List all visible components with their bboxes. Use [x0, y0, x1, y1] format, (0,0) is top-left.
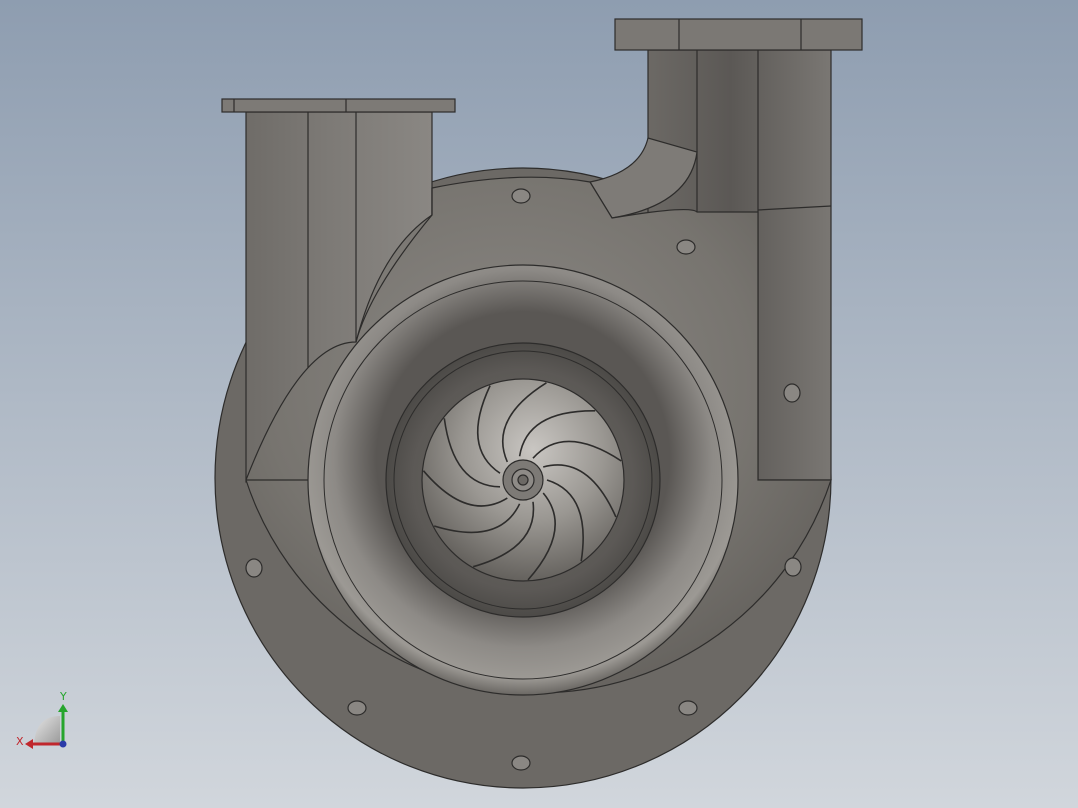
- graphics-viewport[interactable]: Y X: [0, 0, 1078, 808]
- viewport-canvas[interactable]: Y X: [0, 0, 1078, 808]
- triad-z-axis: [59, 740, 67, 748]
- impeller[interactable]: [421, 378, 625, 582]
- triad-y-label: Y: [59, 690, 67, 703]
- left-flange[interactable]: [221, 98, 456, 113]
- right-flange[interactable]: [614, 18, 863, 51]
- triad-x-label: X: [16, 735, 24, 748]
